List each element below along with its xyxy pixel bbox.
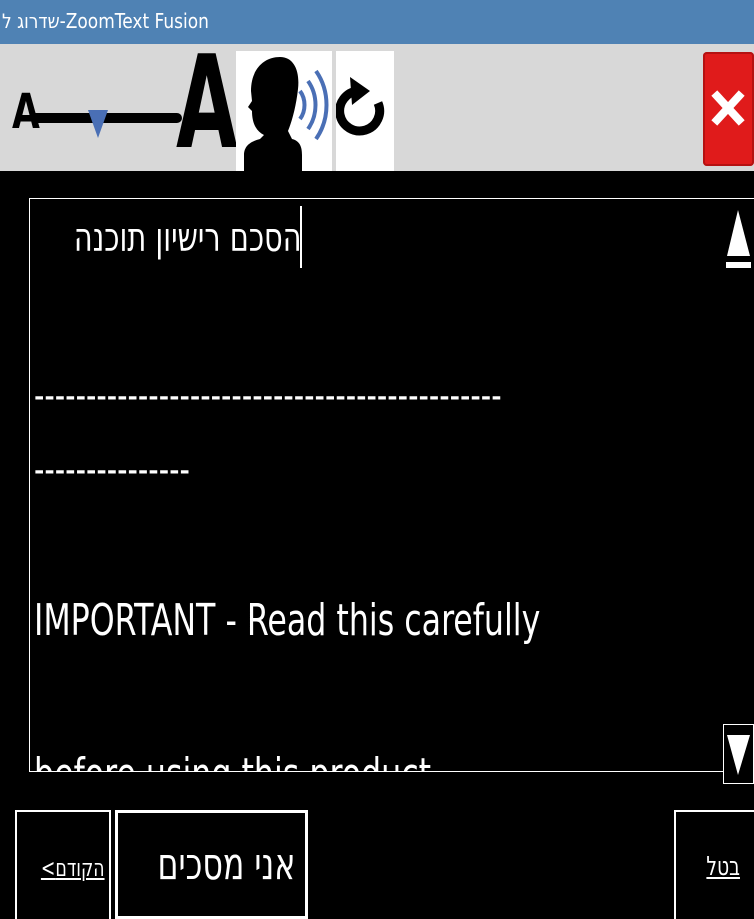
separator-line: ----------------------------------------… bbox=[34, 373, 502, 419]
license-text-line: before using this product bbox=[34, 749, 431, 771]
down-arrow-icon bbox=[727, 735, 750, 775]
refresh-icon bbox=[335, 77, 385, 136]
up-arrow-icon bbox=[726, 210, 751, 268]
large-font-icon: A bbox=[176, 29, 238, 178]
license-heading: הסכם רישיון תוכנה bbox=[74, 215, 302, 261]
small-font-icon: A bbox=[12, 84, 40, 140]
text-caret bbox=[300, 206, 302, 268]
back-button[interactable]: <הקודם bbox=[15, 810, 111, 919]
scroll-up-button[interactable] bbox=[723, 200, 754, 274]
close-icon bbox=[711, 90, 745, 126]
license-text-area[interactable]: הסכם רישיון תוכנה ----------------------… bbox=[29, 198, 754, 772]
font-size-slider[interactable]: A A bbox=[10, 40, 237, 171]
separator-line: --------------- bbox=[34, 447, 190, 493]
close-button[interactable] bbox=[703, 52, 754, 166]
back-button-label: <הקודם bbox=[41, 854, 105, 882]
slider-thumb[interactable] bbox=[88, 110, 108, 138]
refresh-button[interactable] bbox=[335, 51, 394, 171]
title-bar: שדרוג ל-ZoomText Fusion bbox=[0, 0, 754, 44]
speaking-head-icon bbox=[244, 57, 329, 171]
cancel-button[interactable]: בטל bbox=[674, 810, 754, 919]
license-text-line: IMPORTANT - Read this carefully bbox=[34, 595, 541, 646]
speech-button[interactable] bbox=[236, 51, 332, 171]
agree-button-label: אני מסכים bbox=[157, 839, 295, 890]
scroll-down-button[interactable] bbox=[723, 724, 754, 784]
agree-button[interactable]: אני מסכים bbox=[115, 810, 308, 919]
cancel-button-label: בטל bbox=[706, 852, 740, 882]
